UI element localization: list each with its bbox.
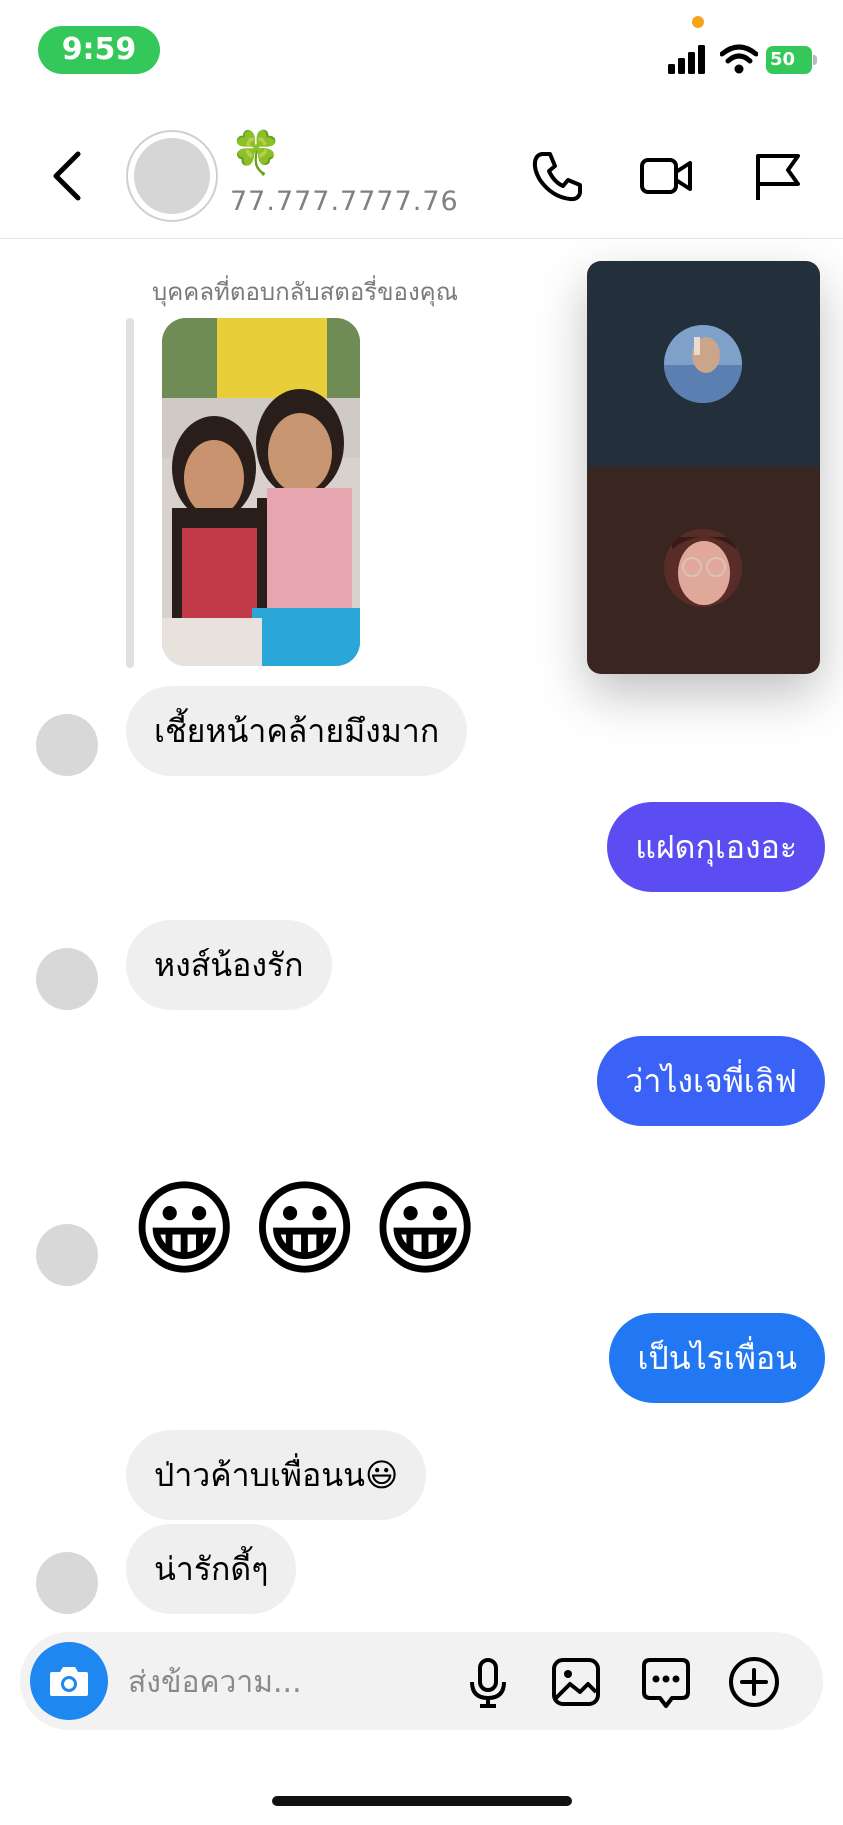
contact-avatar[interactable] xyxy=(126,130,218,222)
story-reply-bar xyxy=(126,318,134,668)
sender-avatar[interactable] xyxy=(36,1224,98,1286)
back-icon[interactable] xyxy=(44,146,94,206)
wifi-icon xyxy=(720,44,758,74)
sticker-icon[interactable] xyxy=(638,1654,694,1710)
message-bubble-outgoing[interactable]: แฝดกุเองอะ xyxy=(607,802,825,892)
pip-self-avatar xyxy=(664,529,742,607)
message-bubble-incoming[interactable]: เชี้ยหน้าคล้ายมึงมาก xyxy=(126,686,468,776)
story-reply-caption: บุคคลที่ตอบกลับสตอรี่ของคุณ xyxy=(152,278,458,306)
phone-icon[interactable] xyxy=(530,148,586,204)
battery-level: 50 xyxy=(770,49,796,70)
status-time: 9:59 xyxy=(38,26,160,74)
battery-indicator: 50 xyxy=(766,46,812,74)
camera-button[interactable] xyxy=(30,1642,108,1720)
sender-avatar[interactable] xyxy=(36,1552,98,1614)
camera-icon xyxy=(50,1667,88,1696)
contact-name[interactable]: 77.777.7777.76 xyxy=(230,186,459,217)
video-camera-icon[interactable] xyxy=(638,148,694,204)
status-bar: 9:59 50 xyxy=(0,0,843,100)
message-bubble-outgoing[interactable]: ว่าไงเจพี่เลิฟ xyxy=(597,1036,825,1126)
plus-icon[interactable] xyxy=(726,1654,782,1710)
pip-remote-panel xyxy=(587,261,820,467)
message-input[interactable] xyxy=(126,1656,460,1708)
message-bubble-incoming[interactable]: หงส์น้องรัก xyxy=(126,920,332,1010)
cellular-signal-icon xyxy=(668,45,705,74)
message-bubble-incoming[interactable]: ป่าวค้าบเพื่อนน😃 xyxy=(126,1430,427,1520)
flag-icon[interactable] xyxy=(750,148,806,204)
microphone-icon[interactable] xyxy=(460,1654,516,1710)
message-bubble-incoming[interactable]: น่ารักดี้ๆ xyxy=(126,1524,297,1614)
emoji-message[interactable]: 😀😀😀 xyxy=(130,1168,491,1290)
privacy-indicator-dot xyxy=(692,16,704,28)
pip-self-panel xyxy=(587,467,820,674)
sender-avatar[interactable] xyxy=(36,948,98,1010)
story-photo-image xyxy=(162,318,360,666)
sender-avatar[interactable] xyxy=(36,714,98,776)
story-thumbnail[interactable] xyxy=(162,318,360,666)
image-icon[interactable] xyxy=(548,1654,604,1710)
video-call-pip[interactable] xyxy=(587,261,820,674)
chat-header: 🍀 77.777.7777.76 xyxy=(0,110,843,239)
message-composer xyxy=(20,1632,823,1730)
message-bubble-outgoing[interactable]: เป็นไรเพื่อน xyxy=(609,1313,825,1403)
home-indicator[interactable] xyxy=(272,1796,572,1806)
pip-remote-avatar xyxy=(664,325,742,403)
battery-tip xyxy=(813,55,817,65)
contact-emoji: 🍀 xyxy=(230,128,283,177)
